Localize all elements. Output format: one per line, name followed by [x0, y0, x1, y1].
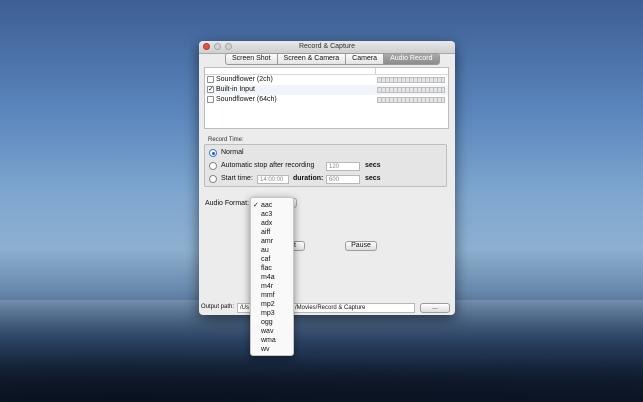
- start-time-label: Start time:: [221, 175, 253, 182]
- format-option-ogg[interactable]: ogg: [251, 318, 293, 327]
- checkmark-icon: ✓: [253, 202, 259, 209]
- secs-label-2: secs: [365, 175, 381, 182]
- record-time-group: Normal Automatic stop after recording 12…: [204, 144, 447, 187]
- tab-screen-camera[interactable]: Screen & Camera: [278, 54, 347, 64]
- format-option-label: flac: [261, 265, 272, 272]
- format-option-ac3[interactable]: ac3: [251, 210, 293, 219]
- duration-label: duration:: [293, 175, 324, 182]
- window-title: Record & Capture: [298, 43, 356, 50]
- format-option-label: mmf: [261, 292, 275, 299]
- format-option-label: wv: [261, 346, 270, 353]
- audio-input-list: Soundflower (2ch) ✓ Built-in Input Sound…: [204, 67, 449, 129]
- audio-format-menu: ✓ aac ac3 adx aiff amr au caf flac m4a m4r mmf mp2 mp…: [250, 197, 294, 356]
- format-option-wv[interactable]: wv: [251, 345, 293, 354]
- input-checkbox[interactable]: [207, 76, 214, 83]
- format-option-label: caf: [261, 256, 271, 263]
- format-option-wav[interactable]: wav: [251, 327, 293, 336]
- normal-radio[interactable]: [209, 149, 217, 157]
- format-option-label: wma: [261, 337, 276, 344]
- format-option-mp3[interactable]: mp3: [251, 309, 293, 318]
- format-option-label: au: [261, 247, 269, 254]
- format-option-label: wav: [261, 328, 274, 335]
- tab-camera[interactable]: Camera: [346, 54, 385, 64]
- auto-stop-input[interactable]: 120: [326, 162, 360, 171]
- browse-button[interactable]: ...: [420, 303, 450, 313]
- input-label: Soundflower (64ch): [216, 96, 277, 103]
- format-option-label: mp3: [261, 310, 275, 317]
- level-meter: [377, 77, 445, 83]
- format-option-adx[interactable]: adx: [251, 219, 293, 228]
- app-window: Record & Capture Screen Shot Screen & Ca…: [199, 41, 455, 315]
- format-option-flac[interactable]: flac: [251, 264, 293, 273]
- output-path-end: /Movies/Record & Capture: [295, 305, 366, 311]
- background-rocks: [0, 342, 643, 402]
- input-checkbox[interactable]: ✓: [207, 86, 214, 93]
- format-option-m4a[interactable]: m4a: [251, 273, 293, 282]
- format-option-label: adx: [261, 220, 273, 227]
- level-meter: [377, 97, 445, 103]
- auto-stop-radio[interactable]: [209, 162, 217, 170]
- tab-bar: Screen Shot Screen & Camera Camera Audio…: [225, 53, 440, 65]
- pause-button[interactable]: Pause: [345, 241, 377, 251]
- format-option-label: aac: [261, 202, 273, 209]
- audio-format-label: Audio Format:: [205, 200, 249, 207]
- format-option-au[interactable]: au: [251, 246, 293, 255]
- format-option-mp2[interactable]: mp2: [251, 300, 293, 309]
- format-option-m4r[interactable]: m4r: [251, 282, 293, 291]
- auto-stop-label: Automatic stop after recording: [221, 162, 315, 169]
- input-label: Built-in Input: [216, 86, 255, 93]
- format-option-label: amr: [261, 238, 274, 245]
- audio-format-options: ✓ aac ac3 adx aiff amr au caf flac m4a m4r mmf mp2 mp…: [251, 201, 293, 354]
- format-option-wma[interactable]: wma: [251, 336, 293, 345]
- list-item: ✓ Built-in Input: [205, 85, 448, 95]
- record-time-label: Record Time:: [208, 137, 244, 143]
- format-option-label: aiff: [261, 229, 271, 236]
- format-option-label: m4a: [261, 274, 275, 281]
- list-item: Soundflower (64ch): [205, 95, 448, 105]
- input-label: Soundflower (2ch): [216, 76, 273, 83]
- format-option-label: ac3: [261, 211, 273, 218]
- secs-label: secs: [365, 162, 381, 169]
- format-option-label: mp2: [261, 301, 275, 308]
- normal-label: Normal: [221, 149, 244, 156]
- tab-audio-record[interactable]: Audio Record: [384, 54, 439, 64]
- start-time-input[interactable]: 14:00:00: [257, 175, 289, 184]
- format-option-aiff[interactable]: aiff: [251, 228, 293, 237]
- format-option-aac[interactable]: ✓ aac: [251, 201, 293, 210]
- format-option-mmf[interactable]: mmf: [251, 291, 293, 300]
- format-option-label: m4r: [261, 283, 274, 290]
- output-path-label: Output path:: [201, 304, 235, 310]
- tab-screen-shot[interactable]: Screen Shot: [226, 54, 278, 64]
- input-checkbox[interactable]: [207, 96, 214, 103]
- level-meter: [377, 87, 445, 93]
- format-option-label: ogg: [261, 319, 273, 326]
- list-header: [205, 68, 448, 75]
- format-option-caf[interactable]: caf: [251, 255, 293, 264]
- output-path-start: /Us: [240, 305, 249, 311]
- start-time-radio[interactable]: [209, 175, 217, 183]
- list-item: Soundflower (2ch): [205, 75, 448, 85]
- format-option-amr[interactable]: amr: [251, 237, 293, 246]
- duration-input[interactable]: 600: [326, 175, 360, 184]
